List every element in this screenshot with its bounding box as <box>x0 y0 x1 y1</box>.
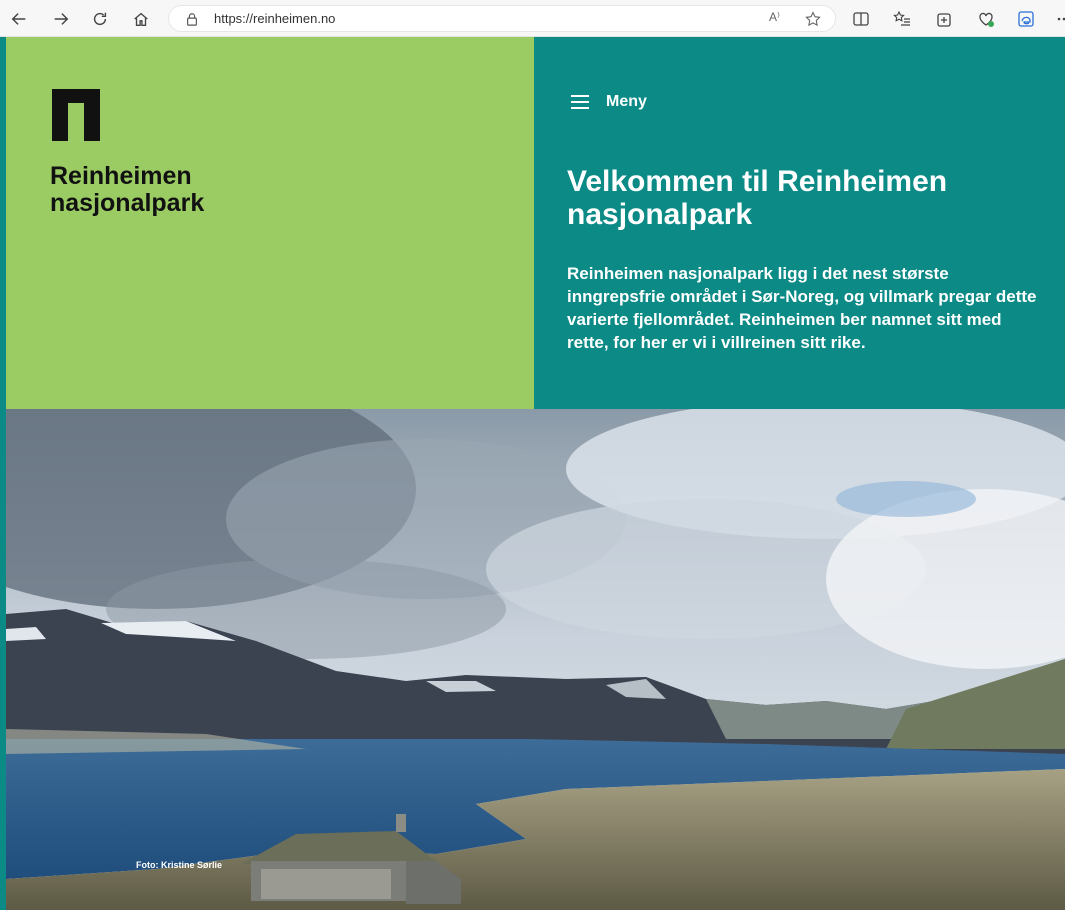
edge-extension-icon[interactable] <box>1017 10 1035 28</box>
lock-icon <box>187 13 197 26</box>
reload-icon[interactable] <box>89 8 111 30</box>
brand-name[interactable]: Reinheimen nasjonalpark <box>50 163 204 217</box>
brand-line-1: Reinheimen <box>50 162 192 190</box>
browser-essentials-icon[interactable] <box>977 10 995 28</box>
intro-panel: Meny Velkommen til Reinheimen nasjonalpa… <box>534 37 1065 409</box>
collections-icon[interactable] <box>935 10 953 28</box>
home-icon[interactable] <box>130 8 152 30</box>
more-options-icon[interactable] <box>1056 10 1065 28</box>
url-text[interactable]: https://reinheimen.no <box>214 11 335 26</box>
browser-toolbar: https://reinheimen.no A⁾ <box>0 0 1065 37</box>
split-screen-icon[interactable] <box>852 10 870 28</box>
read-aloud-icon[interactable]: A⁾ <box>769 10 785 26</box>
forward-arrow-icon[interactable] <box>50 8 72 30</box>
menu-button[interactable]: Meny <box>571 93 647 111</box>
page-title: Velkommen til Reinheimen nasjonalpark <box>567 165 948 231</box>
address-bar[interactable]: https://reinheimen.no A⁾ <box>168 5 836 32</box>
hero-photo: Foto: Kristine Sørlie <box>6 409 1065 910</box>
hamburger-icon <box>571 95 589 109</box>
park-logo-icon[interactable] <box>52 89 100 141</box>
photo-credit: Foto: Kristine Sørlie <box>136 860 223 870</box>
brand-panel: Reinheimen nasjonalpark <box>6 37 534 409</box>
page: Reinheimen nasjonalpark Meny Velkommen t… <box>6 37 1065 910</box>
favorite-star-icon[interactable] <box>805 11 821 27</box>
brand-line-2: nasjonalpark <box>50 189 205 217</box>
favorites-list-icon[interactable] <box>893 10 911 28</box>
menu-label: Meny <box>606 93 647 110</box>
intro-text: Reinheimen nasjonalpark ligg i det nest … <box>567 264 1037 352</box>
back-arrow-icon[interactable] <box>8 8 30 30</box>
